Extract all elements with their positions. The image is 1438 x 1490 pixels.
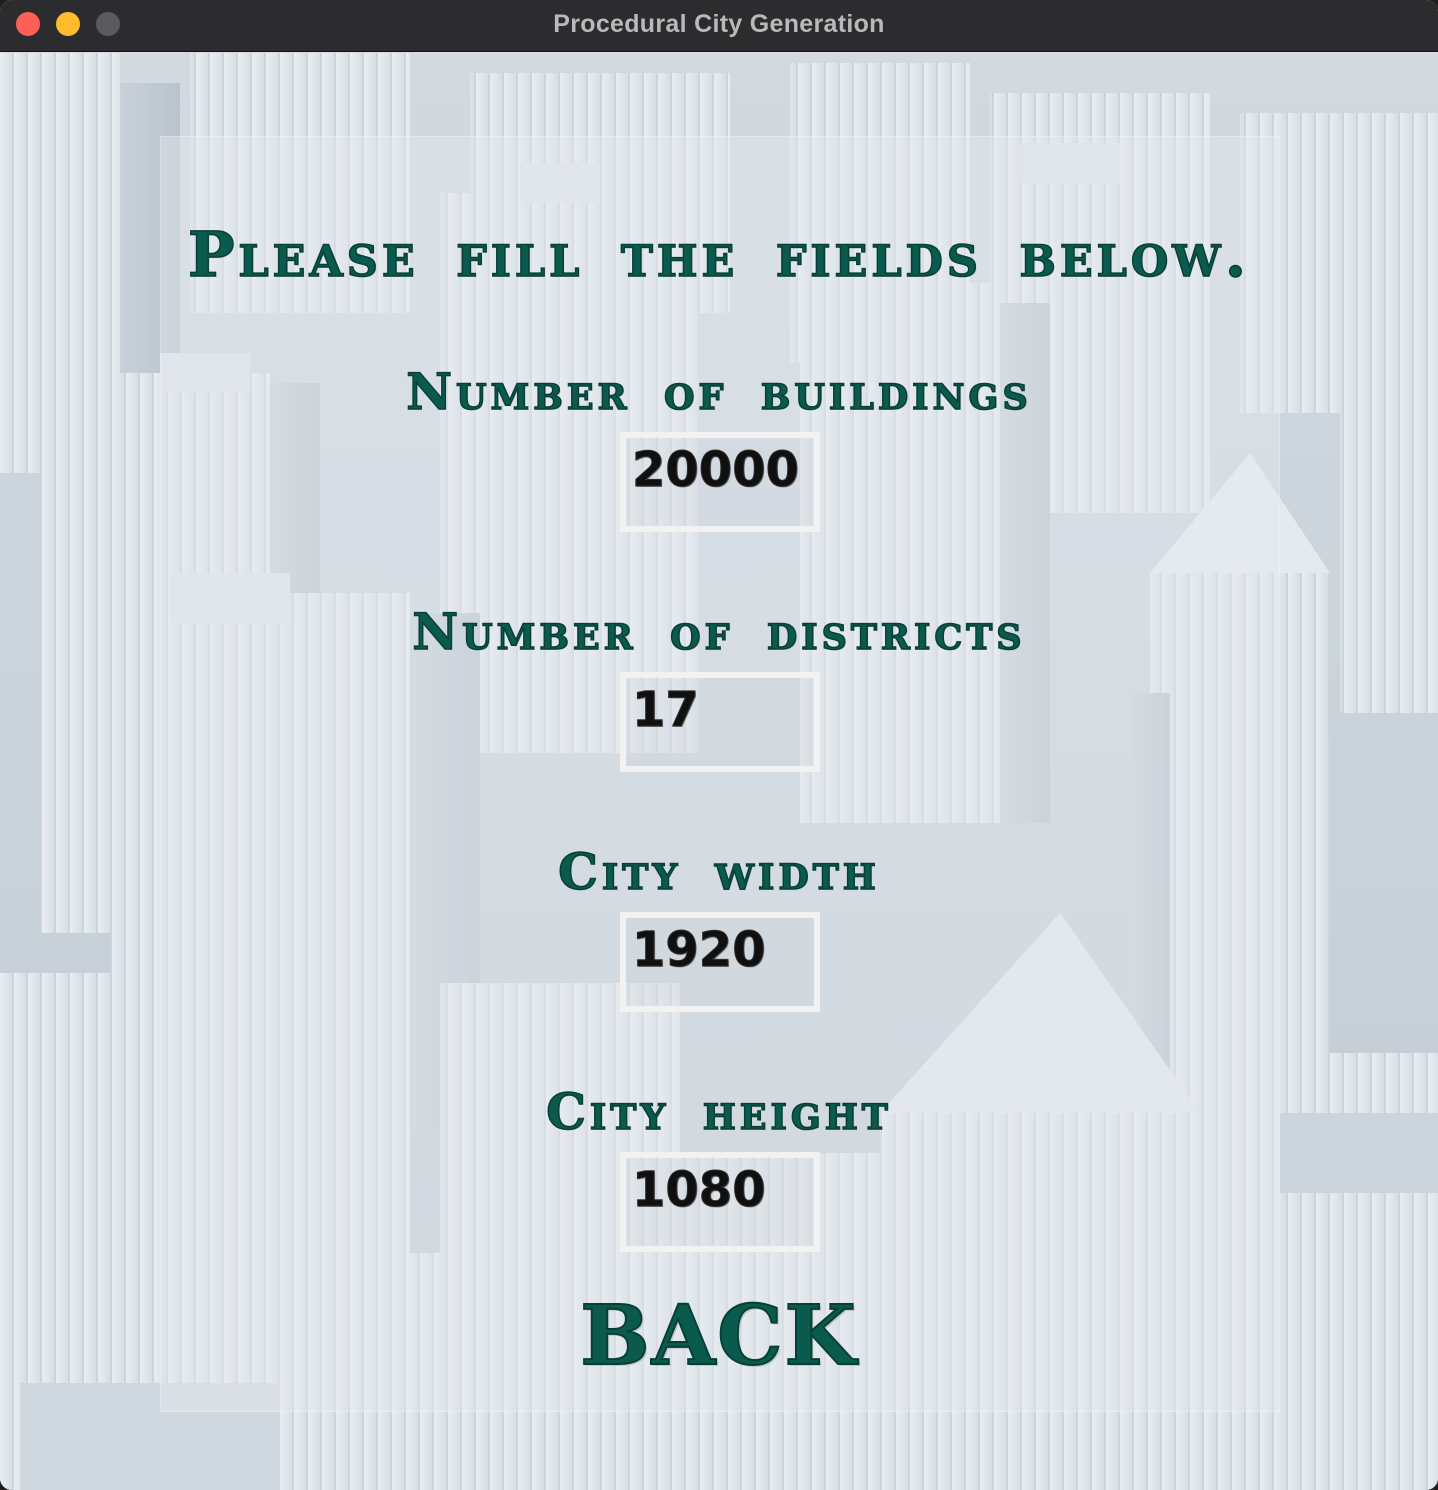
title-bar: Procedural City Generation [0,0,1438,52]
districts-value: 17 [632,682,700,739]
back-button[interactable]: BACK [0,1287,1438,1385]
city-width-value: 1920 [632,922,767,979]
form-heading: Please fill the fields below. [187,217,1251,292]
buildings-value: 20000 [632,442,800,499]
districts-input[interactable]: 17 [620,672,820,772]
city-height-label: City height [545,1081,892,1142]
city-height-value: 1080 [632,1162,767,1219]
buildings-input[interactable]: 20000 [620,432,820,532]
districts-label: Number of districts [412,601,1026,662]
city-width-input[interactable]: 1920 [620,912,820,1012]
window-title: Procedural City Generation [553,10,885,38]
city-width-label: City width [557,841,880,902]
buildings-label: Number of buildings [406,361,1032,422]
city-height-input[interactable]: 1080 [620,1152,820,1252]
app-window: Procedural City Generation Please fill t… [0,0,1438,1490]
